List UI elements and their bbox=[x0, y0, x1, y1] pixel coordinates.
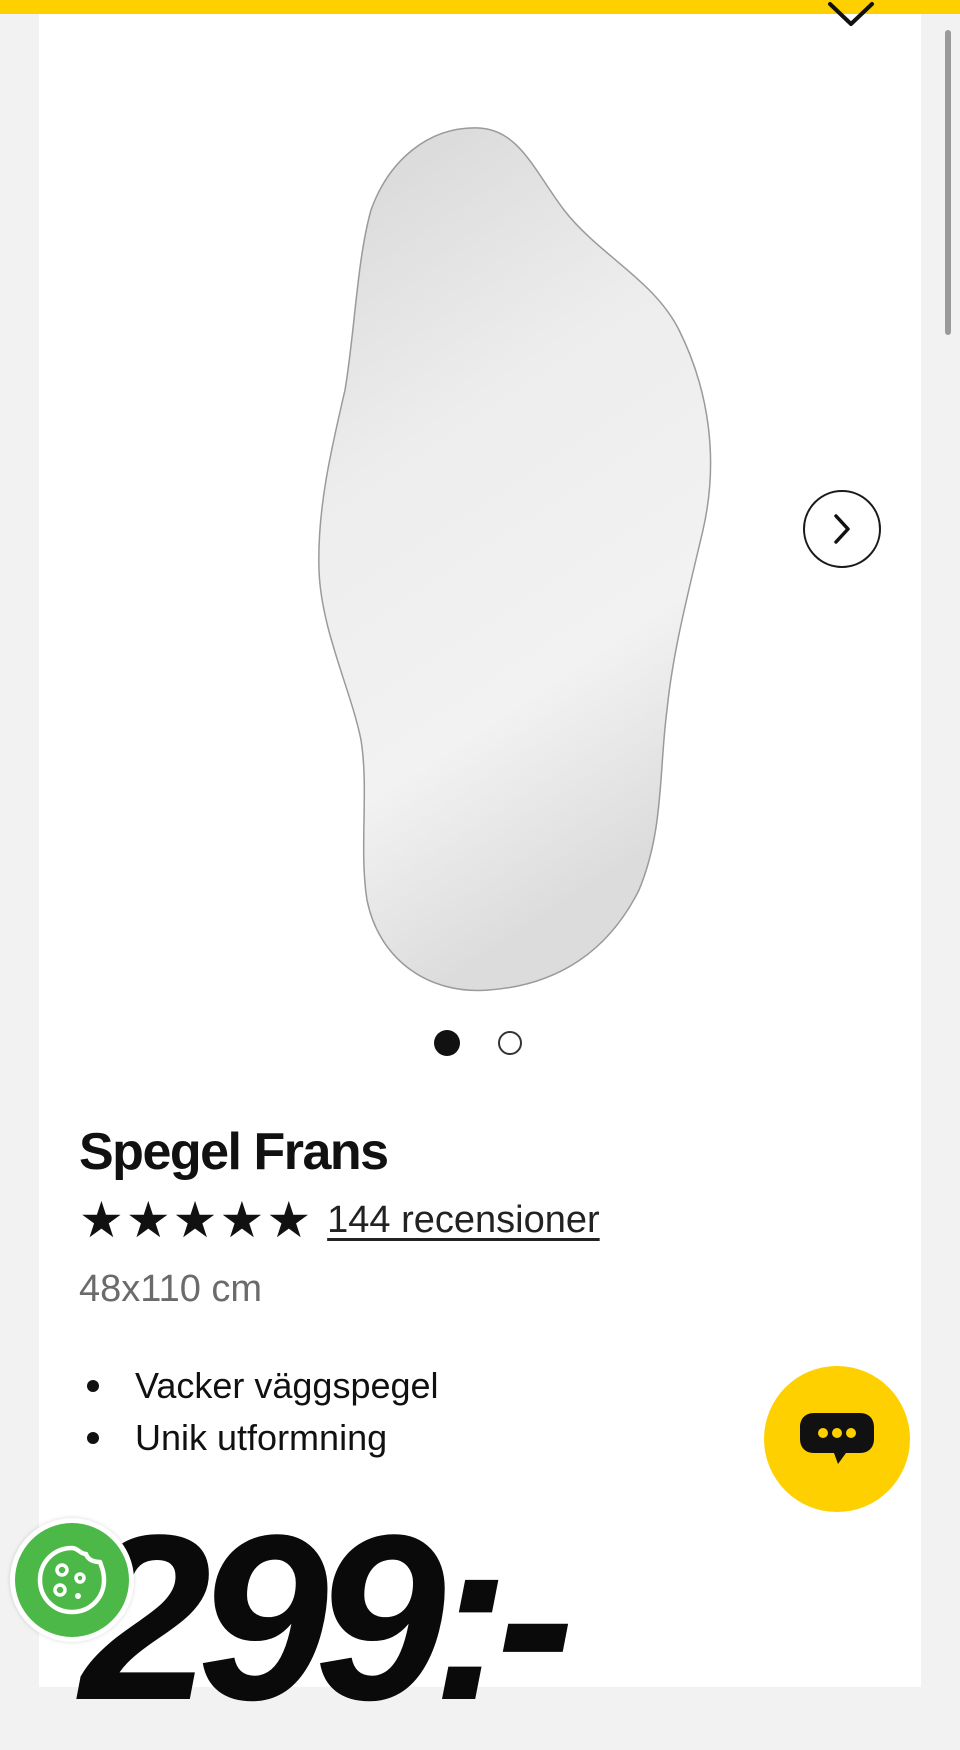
feature-label: Unik utformning bbox=[135, 1417, 388, 1458]
bullet-icon bbox=[87, 1432, 99, 1444]
star-icon: ★ bbox=[266, 1192, 312, 1248]
product-price: 299:- bbox=[80, 1486, 575, 1750]
reviews-link[interactable]: 144 recensioner bbox=[327, 1199, 600, 1242]
cookie-settings-button[interactable] bbox=[10, 1518, 134, 1642]
product-title: Spegel Frans bbox=[79, 1123, 389, 1181]
chevron-right-icon bbox=[834, 514, 850, 544]
star-rating: ★ ★ ★ ★ ★ bbox=[79, 1192, 311, 1248]
feature-item: Vacker väggspegel bbox=[79, 1360, 439, 1412]
product-dimensions: 48x110 cm bbox=[79, 1268, 263, 1310]
star-icon: ★ bbox=[125, 1192, 171, 1248]
star-icon: ★ bbox=[219, 1192, 265, 1248]
cookie-badge bbox=[15, 1523, 129, 1637]
pagination-dot[interactable] bbox=[498, 1031, 522, 1055]
chevron-down-icon[interactable] bbox=[826, 0, 876, 40]
gallery-pagination bbox=[434, 1030, 522, 1056]
feature-label: Vacker väggspegel bbox=[135, 1365, 439, 1406]
top-accent-bar bbox=[0, 0, 960, 14]
cookie-icon bbox=[37, 1545, 107, 1615]
product-image bbox=[318, 127, 712, 992]
product-image-gallery[interactable] bbox=[39, 60, 921, 1010]
bullet-icon bbox=[87, 1380, 99, 1392]
feature-list: Vacker väggspegel Unik utformning bbox=[79, 1360, 439, 1464]
chat-button[interactable] bbox=[764, 1366, 910, 1512]
feature-item: Unik utformning bbox=[79, 1412, 439, 1464]
product-rating: ★ ★ ★ ★ ★ 144 recensioner bbox=[79, 1192, 600, 1248]
chat-bubble-icon bbox=[800, 1413, 874, 1464]
star-icon: ★ bbox=[79, 1192, 124, 1248]
next-image-button[interactable] bbox=[803, 490, 881, 568]
scrollbar[interactable] bbox=[945, 30, 951, 335]
pagination-dot-active[interactable] bbox=[434, 1030, 460, 1056]
star-icon: ★ bbox=[172, 1192, 218, 1248]
